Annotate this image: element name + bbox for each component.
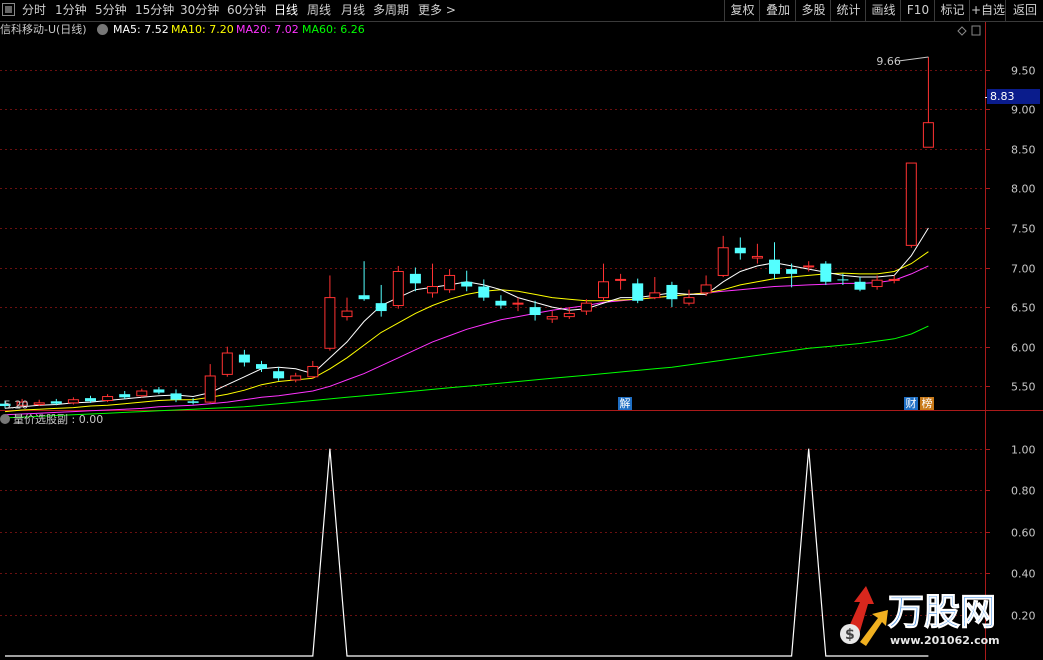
candle-body: [734, 247, 746, 254]
candle-body: [409, 273, 421, 284]
candle-body: [256, 364, 267, 369]
indicator-label: 量价选股副 : 0.00: [13, 413, 104, 426]
candle-body: [187, 401, 199, 403]
candle-body: [666, 284, 678, 300]
candle-body: [700, 284, 712, 294]
diamond-icon: [957, 26, 967, 36]
candle-body: [102, 396, 114, 402]
candle-body: [905, 162, 917, 246]
candle-body: [119, 394, 131, 398]
sub-y-tick-label: 0.60: [1011, 527, 1036, 540]
candle-body: [307, 365, 319, 378]
indicator-settings-icon[interactable]: [0, 414, 10, 424]
candle-body: [580, 302, 592, 312]
candle-body: [392, 270, 404, 307]
candle-body: [888, 278, 900, 281]
watermark-arrow-icon: $: [840, 586, 888, 646]
square-icon: [971, 25, 981, 36]
candle-body: [33, 402, 45, 405]
candle-body: [683, 297, 695, 304]
event-marker-cai[interactable]: 财: [904, 397, 918, 410]
candle-body: [922, 122, 934, 148]
watermark-brand: 万股网: [888, 592, 996, 633]
candle-body: [444, 274, 456, 291]
svg-text:$: $: [845, 627, 855, 643]
y-tick-label: 8.00: [1011, 183, 1036, 196]
candle-body: [854, 281, 866, 290]
candle-body: [427, 286, 438, 294]
y-tick-label: 6.00: [1011, 342, 1036, 355]
candle-body: [803, 265, 815, 268]
candle-body: [341, 310, 353, 318]
candle-body: [563, 312, 575, 318]
candle-body: [153, 389, 165, 393]
ma5-line: [4, 227, 929, 409]
sub-y-tick-label: 1.00: [1011, 444, 1036, 457]
candle-body: [649, 292, 661, 299]
candle-body: [273, 371, 285, 379]
y-tick-label: 7.00: [1011, 263, 1036, 276]
candle-body: [495, 300, 507, 306]
candle-body: [50, 401, 62, 404]
candle-body: [238, 354, 250, 363]
candle-body: [478, 286, 490, 298]
candle-body: [786, 269, 798, 274]
candle-body: [67, 399, 79, 404]
candle-body: [170, 393, 182, 400]
candle-body: [358, 295, 370, 300]
candle-body: [461, 281, 473, 287]
candle-body: [136, 390, 148, 397]
high-annotation: 9.66: [876, 55, 901, 68]
indicator-title: 量价选股副 : 0.00: [0, 412, 103, 428]
kline-chart: 9.50 9.00 8.50 8.00 7.50 7.00 6.50 6.00 5.50 1.00…: [0, 22, 1043, 660]
y-tick-label: 5.50: [1011, 381, 1036, 394]
candle-body: [85, 398, 96, 402]
candle-body: [324, 297, 336, 349]
candle-body: [375, 303, 387, 312]
low-annotation: 5.20: [4, 398, 29, 411]
current-price-tag: 8.83: [987, 89, 1040, 104]
watermark-url: www.201062.com: [890, 634, 1000, 647]
watermark-logo: $ 万股网 www.201062.com: [840, 586, 1000, 647]
candle-body: [529, 307, 541, 316]
event-marker-bang[interactable]: 榜: [920, 397, 934, 410]
candle-body: [769, 259, 780, 274]
y-tick-label: 8.50: [1011, 144, 1036, 157]
candle-body: [717, 247, 729, 276]
candle-body: [751, 255, 763, 259]
candle-body: [820, 263, 832, 282]
sub-y-tick-label: 0.40: [1011, 568, 1036, 581]
y-tick-label: 6.50: [1011, 302, 1036, 315]
candle-body: [837, 279, 849, 281]
candle-body: [871, 279, 883, 288]
indicator-line: [5, 448, 929, 657]
event-marker-jie[interactable]: 解: [618, 397, 632, 410]
candle-body: [546, 316, 558, 320]
y-tick-label: 9.00: [1011, 104, 1036, 117]
candle-body: [221, 352, 233, 375]
ma60-line: [4, 325, 929, 419]
candle-body: [632, 283, 644, 301]
candle-body: [204, 375, 216, 403]
y-tick-label: 7.50: [1011, 223, 1036, 236]
candle-body: [598, 281, 609, 299]
high-annotation-arrow: [898, 56, 929, 62]
candle-body: [615, 278, 627, 281]
y-tick-label: 9.50: [1011, 65, 1036, 78]
candle-body: [290, 375, 302, 381]
sub-y-tick-label: 0.80: [1011, 485, 1036, 498]
candle-body: [512, 302, 524, 305]
